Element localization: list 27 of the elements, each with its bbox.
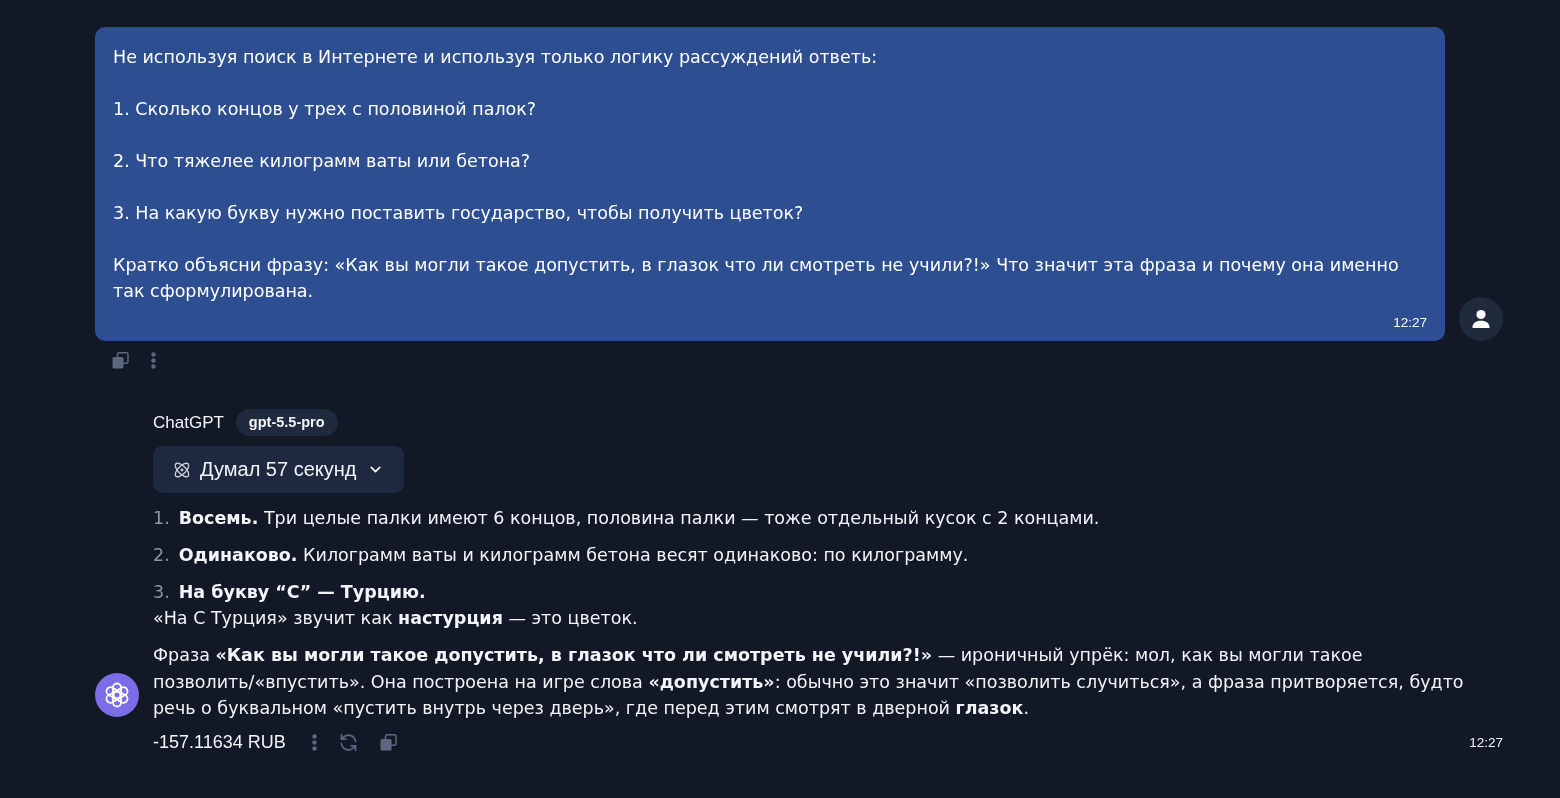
answer-text: Восемь. Три целые палки имеют 6 концов, половина палки — тоже отдельный кусок с 2 концами. (178, 507, 1100, 530)
cost-label: -157.11634 RUB (153, 731, 286, 753)
explanation-paragraph: Фраза «Как вы могли такое допустить, в глазок что ли смотреть не учили?!» — ироничный упрёк: мол, как вы могли такое позволить/«впустить». Она построена на игре слова «допустить»: обычно это значит «позволить случиться», а фраза притворяется, будто речь о буквальном «пустить внутрь через дверь», где перед этим смотрят в дверной глазок. (153, 644, 1465, 720)
message-paragraph: Не используя поиск в Интернете и используя только логику рассуждений ответь: (113, 46, 879, 69)
list-number: 2. (153, 544, 170, 567)
user-avatar-icon (1459, 297, 1503, 341)
assistant-name: ChatGPT (153, 412, 224, 433)
message-time: 12:27 (1469, 734, 1503, 750)
more-options-icon[interactable] (151, 352, 156, 369)
logo-avatar-icon (95, 672, 139, 717)
answer-text: Одинаково. Килограмм ваты и килограмм бетона весят одинаково: по килограмму. (178, 544, 969, 567)
copy-icon[interactable] (379, 733, 397, 751)
list-number: 3. (153, 581, 170, 604)
model-badge: gpt-5.5-pro (235, 409, 338, 436)
message-paragraph: 2. Что тяжелее килограмм ваты или бетона? (113, 150, 532, 173)
message-paragraph: 3. На какую букву нужно поставить государство, чтобы получить цветок? (113, 202, 805, 225)
message-paragraph: 1. Сколько концов у трех с половиной палок? (113, 98, 538, 121)
more-options-icon[interactable] (311, 733, 317, 751)
list-number: 1. (153, 507, 170, 530)
atom-icon (173, 460, 191, 479)
thinking-toggle-button[interactable]: Думал 57 секунд (153, 446, 405, 493)
copy-icon[interactable] (112, 352, 129, 369)
answer-text: На букву “С” — Турцию. (178, 581, 426, 604)
answer-note: «На С Турция» звучит как настурция — это цветок. (153, 607, 639, 630)
refresh-icon[interactable] (338, 732, 358, 752)
message-paragraph: Кратко объясни фразу: «Как вы могли такое допустить, в глазок что ли смотреть не учили?!» Что значит эта фраза и почему она именно так сформулирована. (113, 254, 1400, 303)
message-time: 12:27 (1393, 315, 1427, 331)
